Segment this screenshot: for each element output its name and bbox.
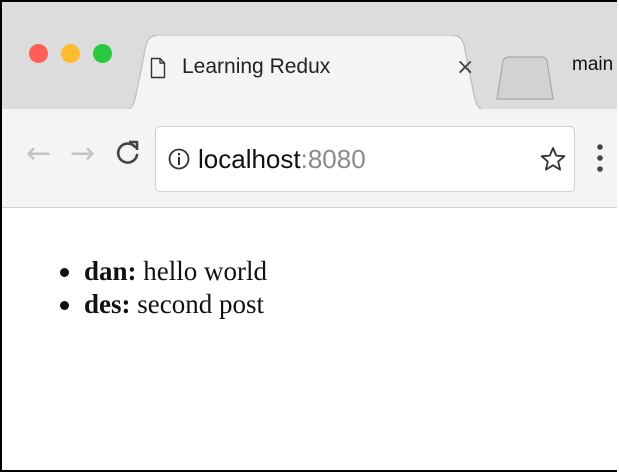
new-tab-icon[interactable] <box>495 55 555 101</box>
close-window-button[interactable] <box>29 44 48 63</box>
more-vert-icon[interactable] <box>596 143 604 173</box>
forward-button[interactable]: → <box>70 137 95 171</box>
zoom-window-button[interactable] <box>93 44 112 63</box>
url-text[interactable]: localhost:8080 <box>198 144 366 174</box>
page-icon <box>150 57 166 79</box>
close-icon[interactable]: × <box>456 55 474 81</box>
reload-icon <box>116 140 139 164</box>
info-icon[interactable] <box>168 148 190 170</box>
browser-window: Learning Redux × main ← → localhost:8080 <box>0 0 617 472</box>
browser-toolbar: ← → localhost:8080 <box>2 109 617 208</box>
tab-title: Learning Redux <box>182 55 331 78</box>
page-content: dan: hello world des: second post <box>2 208 617 470</box>
address-bar[interactable]: localhost:8080 <box>155 126 575 192</box>
back-button[interactable]: ← <box>26 137 51 171</box>
post-author: des: <box>84 289 131 319</box>
url-host: localhost <box>198 144 301 174</box>
minimize-window-button[interactable] <box>61 44 80 63</box>
tab-learning-redux[interactable]: Learning Redux × <box>120 35 490 111</box>
list-item: des: second post <box>59 288 267 321</box>
post-text: hello world <box>136 256 268 286</box>
profile-label[interactable]: main <box>572 54 613 76</box>
star-icon[interactable] <box>540 146 566 172</box>
post-text: second post <box>130 289 264 319</box>
list-item: dan: hello world <box>59 255 268 288</box>
url-port: :8080 <box>300 144 366 174</box>
post-author: dan: <box>84 256 137 286</box>
tab-strip: Learning Redux × main <box>2 2 617 111</box>
post-list: dan: hello world des: second post <box>59 255 268 321</box>
reload-button[interactable] <box>115 139 141 175</box>
